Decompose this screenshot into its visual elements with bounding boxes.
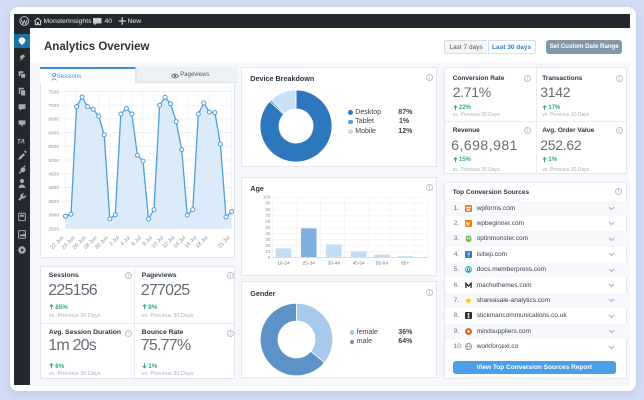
svg-text:4500: 4500 xyxy=(48,172,59,178)
svg-text:35-44: 35-44 xyxy=(328,260,341,266)
svg-text:6 Jul: 6 Jul xyxy=(130,235,142,247)
svg-text:60: 60 xyxy=(266,219,271,224)
svg-text:?: ? xyxy=(467,252,470,258)
svg-text:3000: 3000 xyxy=(48,213,59,219)
svg-text:21 Jul: 21 Jul xyxy=(217,235,231,249)
svg-text:4000: 4000 xyxy=(48,185,59,191)
svg-text:55-64: 55-64 xyxy=(376,260,389,266)
svg-text:20: 20 xyxy=(266,243,271,248)
svg-text:2500: 2500 xyxy=(48,226,59,232)
svg-text:5500: 5500 xyxy=(48,144,59,150)
svg-text:50: 50 xyxy=(266,225,271,230)
svg-text:45-54: 45-54 xyxy=(353,260,366,266)
svg-text:90: 90 xyxy=(266,201,271,206)
svg-text:2 Jul: 2 Jul xyxy=(108,235,120,247)
svg-text:7500: 7500 xyxy=(48,89,59,95)
svg-text:0: 0 xyxy=(268,255,271,260)
svg-text:18 Jul: 18 Jul xyxy=(195,235,209,249)
svg-text:25-34: 25-34 xyxy=(303,260,316,266)
svg-text:18-24: 18-24 xyxy=(278,260,291,266)
svg-text:TA: TA xyxy=(17,138,25,145)
svg-text:80: 80 xyxy=(266,207,271,212)
svg-text:100: 100 xyxy=(263,195,271,200)
svg-text:4 Jul: 4 Jul xyxy=(119,235,131,247)
svg-text:70: 70 xyxy=(266,213,271,218)
svg-text:6000: 6000 xyxy=(48,130,59,136)
svg-text:6500: 6500 xyxy=(48,117,59,123)
svg-text:40: 40 xyxy=(266,231,271,236)
svg-text:5000: 5000 xyxy=(48,158,59,164)
svg-text:7000: 7000 xyxy=(48,103,59,109)
svg-text:65+: 65+ xyxy=(401,260,409,266)
svg-text:10: 10 xyxy=(266,249,271,254)
svg-text:30: 30 xyxy=(266,237,271,242)
svg-text:3500: 3500 xyxy=(48,199,59,205)
